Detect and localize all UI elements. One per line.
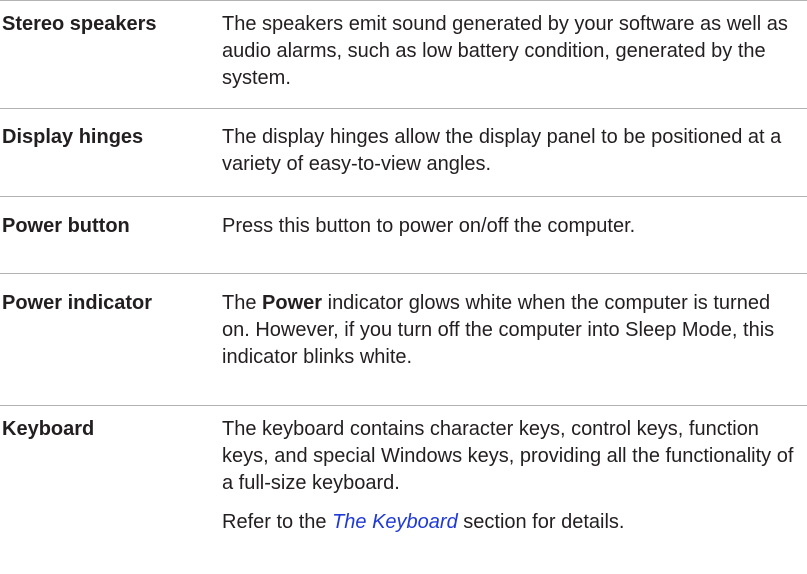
the-keyboard-link[interactable]: The Keyboard: [332, 511, 458, 533]
table-row: Display hinges The display hinges allow …: [0, 108, 807, 196]
row-description: The display hinges allow the display pan…: [222, 126, 782, 175]
row-description: The keyboard contains character keys, co…: [222, 416, 807, 573]
table-row: Power button Press this button to power …: [0, 196, 807, 273]
row-description: The speakers emit sound generated by you…: [222, 13, 788, 89]
row-term: Keyboard: [2, 418, 95, 440]
table-row: Stereo speakers The speakers emit sound …: [0, 0, 807, 108]
power-keyword: Power: [262, 292, 323, 314]
keyboard-reference-note: Refer to the The Keyboard section for de…: [222, 511, 625, 533]
row-description: The Power indicator glows white when the…: [222, 292, 775, 368]
row-term: Stereo speakers: [2, 13, 157, 35]
table-row: Keyboard The keyboard contains character…: [0, 405, 807, 573]
table-row: Power indicator The Power indicator glow…: [0, 273, 807, 405]
feature-table: Stereo speakers The speakers emit sound …: [0, 0, 807, 573]
row-description: Press this button to power on/off the co…: [222, 215, 636, 237]
row-term: Display hinges: [2, 126, 144, 148]
row-term: Power button: [2, 215, 130, 237]
row-term: Power indicator: [2, 292, 153, 314]
